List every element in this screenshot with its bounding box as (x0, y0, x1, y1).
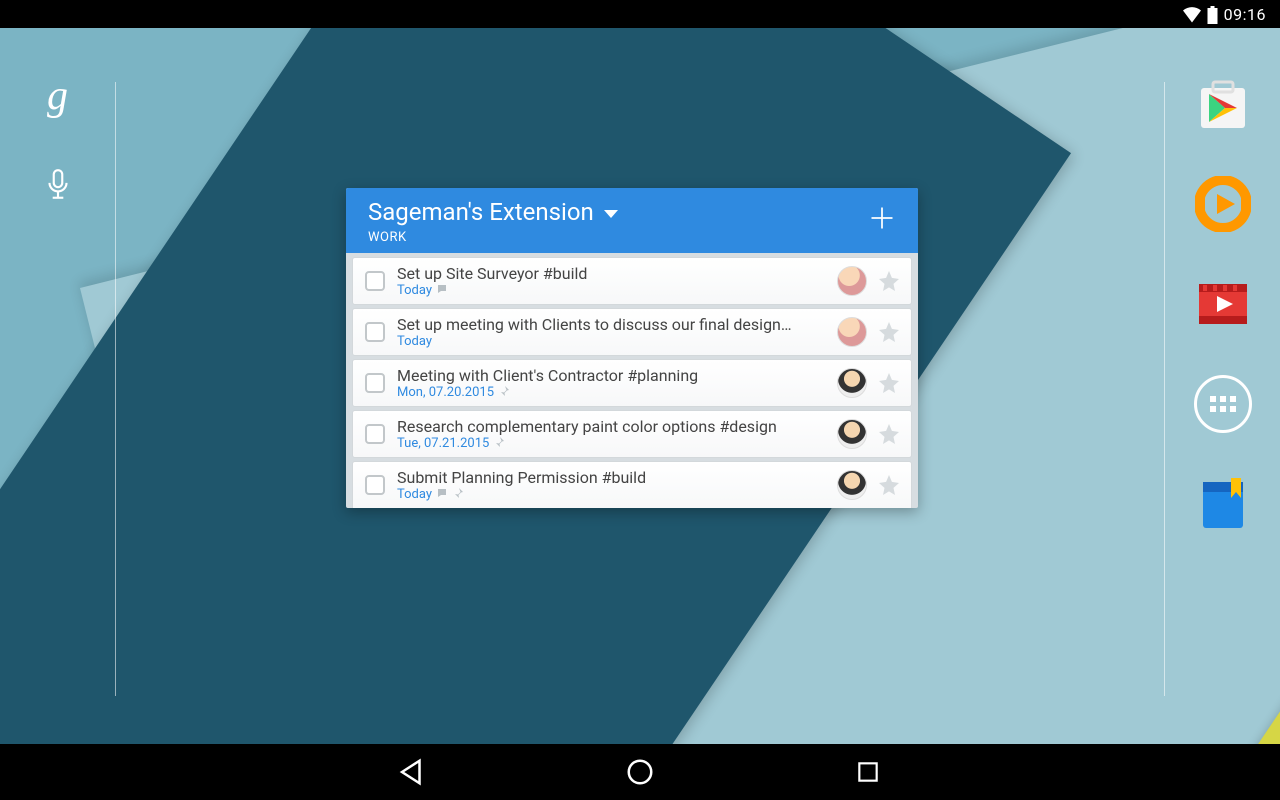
task-meta: Tue, 07.21.2015 (397, 436, 827, 451)
page-divider-left (115, 82, 116, 696)
google-search-icon[interactable]: g (47, 72, 68, 120)
widget-list-selector[interactable]: Sageman's Extension (368, 198, 868, 226)
comment-icon (436, 283, 448, 298)
star-button[interactable] (877, 269, 901, 293)
task-row[interactable]: Meeting with Client's Contractor #planni… (352, 359, 912, 407)
task-meta: Today (397, 487, 827, 502)
star-button[interactable] (877, 473, 901, 497)
task-checkbox[interactable] (365, 475, 385, 495)
status-bar: 09:16 (0, 0, 1280, 28)
assignee-avatar[interactable] (837, 470, 867, 500)
app-drawer-button[interactable] (1191, 372, 1255, 436)
assignee-avatar[interactable] (837, 266, 867, 296)
task-checkbox[interactable] (365, 373, 385, 393)
home-screen: g (0, 28, 1280, 744)
task-row[interactable]: Set up meeting with Clients to discuss o… (352, 308, 912, 356)
task-title: Set up Site Surveyor #build (397, 264, 827, 283)
comment-icon (436, 487, 448, 502)
task-date: Today (397, 334, 432, 349)
task-date: Today (397, 283, 432, 298)
assignee-avatar[interactable] (837, 419, 867, 449)
dropdown-icon (604, 210, 618, 218)
play-store-icon[interactable] (1191, 72, 1255, 136)
task-meta: Mon, 07.20.2015 (397, 385, 827, 400)
task-date: Mon, 07.20.2015 (397, 385, 494, 400)
task-row[interactable]: Research complementary paint color optio… (352, 410, 912, 458)
status-time: 09:16 (1224, 5, 1266, 24)
home-button[interactable] (621, 753, 659, 791)
star-button[interactable] (877, 320, 901, 344)
widget-subtitle: WORK (368, 230, 868, 245)
play-books-icon[interactable] (1191, 472, 1255, 536)
recents-button[interactable] (849, 753, 887, 791)
widget-title-text: Sageman's Extension (368, 198, 594, 226)
wifi-icon (1183, 5, 1201, 24)
navigation-bar (0, 744, 1280, 800)
task-list: Set up Site Surveyor #buildTodaySet up m… (346, 253, 918, 508)
task-title: Meeting with Client's Contractor #planni… (397, 366, 827, 385)
star-button[interactable] (877, 371, 901, 395)
assignee-avatar[interactable] (837, 368, 867, 398)
tasks-widget: Sageman's Extension WORK Set up Site Sur… (346, 188, 918, 508)
app-dock (1165, 72, 1280, 536)
battery-icon (1207, 4, 1218, 24)
widget-header: Sageman's Extension WORK (346, 188, 918, 253)
star-button[interactable] (877, 422, 901, 446)
task-date: Today (397, 487, 432, 502)
task-title: Submit Planning Permission #build (397, 468, 827, 487)
task-title: Set up meeting with Clients to discuss o… (397, 315, 827, 334)
task-checkbox[interactable] (365, 424, 385, 444)
task-meta: Today (397, 283, 827, 298)
add-task-button[interactable] (868, 198, 900, 238)
play-music-icon[interactable] (1191, 172, 1255, 236)
task-title: Research complementary paint color optio… (397, 417, 827, 436)
task-meta: Today (397, 334, 827, 349)
task-checkbox[interactable] (365, 322, 385, 342)
assignee-avatar[interactable] (837, 317, 867, 347)
pin-icon (493, 436, 505, 451)
task-checkbox[interactable] (365, 271, 385, 291)
play-movies-icon[interactable] (1191, 272, 1255, 336)
task-row[interactable]: Set up Site Surveyor #buildToday (352, 257, 912, 305)
task-row[interactable]: Submit Planning Permission #buildToday (352, 461, 912, 508)
voice-search-icon[interactable] (45, 168, 71, 206)
pin-icon (452, 487, 464, 502)
back-button[interactable] (393, 753, 431, 791)
task-date: Tue, 07.21.2015 (397, 436, 489, 451)
pin-icon (498, 385, 510, 400)
